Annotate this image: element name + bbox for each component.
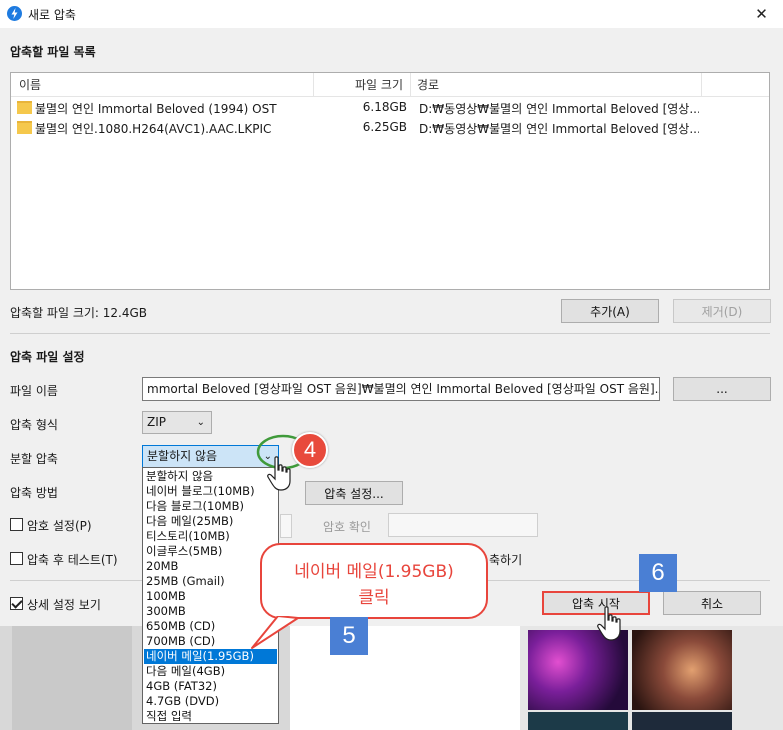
background-thumbnails	[520, 626, 783, 730]
dropdown-option[interactable]: 4.7GB (DVD)	[144, 694, 277, 709]
dropdown-option[interactable]: 25MB (Gmail)	[144, 574, 277, 589]
filename-label: 파일 이름	[10, 384, 58, 398]
folder-icon	[17, 121, 32, 134]
dropdown-option[interactable]: 이글루스(5MB)	[144, 544, 277, 559]
chevron-down-icon: ⌄	[196, 417, 205, 428]
dropdown-option[interactable]: 다음 블로그(10MB)	[144, 499, 277, 514]
thumbnail-bokeh-3	[528, 712, 628, 730]
dropdown-option[interactable]: 20MB	[144, 559, 277, 574]
settings-section-title: 압축 파일 설정	[10, 350, 85, 364]
file-name: 불멸의 연인.1080.H264(AVC1).AAC.LKPIC	[35, 122, 272, 136]
add-button[interactable]: 추가(A)	[561, 299, 659, 323]
password-label: 암호 설정(P)	[27, 519, 92, 533]
test-after-checkbox[interactable]	[10, 552, 23, 565]
title-bar: 새로 압축 ✕	[0, 0, 783, 28]
dropdown-option[interactable]: 다음 메일(4GB)	[144, 664, 277, 679]
callout-text-line1: 네이버 메일(1.95GB)	[294, 562, 454, 582]
file-size: 6.25GB	[362, 120, 407, 134]
file-path: D:₩동영상₩불멸의 연인 Immortal Beloved [영상...	[419, 122, 699, 136]
password-checkbox[interactable]	[10, 518, 23, 531]
app-logo-icon	[7, 6, 22, 21]
password-input[interactable]	[280, 514, 292, 538]
method-settings-button[interactable]: 압축 설정...	[305, 481, 403, 505]
pointer-hand-icon	[597, 606, 621, 641]
file-list-section-title: 압축할 파일 목록	[10, 45, 96, 59]
callout-text-line2: 클릭	[358, 588, 390, 608]
new-compress-dialog: 새로 압축 ✕ 압축할 파일 목록 이름 파일 크기 경로 불멸의 연인 Imm…	[0, 0, 783, 626]
close-button[interactable]: ✕	[740, 0, 783, 28]
window-title: 새로 압축	[28, 8, 76, 22]
total-size-label: 압축할 파일 크기: 12.4GB	[10, 306, 148, 320]
dropdown-option[interactable]: 4GB (FAT32)	[144, 679, 277, 694]
dropdown-option[interactable]: 네이버 메일(1.95GB)	[144, 649, 277, 664]
format-value: ZIP	[147, 415, 166, 429]
dropdown-option[interactable]: 직접 입력	[144, 709, 277, 724]
test-after-label: 압축 후 테스트(T)	[27, 553, 118, 567]
column-header-path[interactable]: 경로	[411, 73, 701, 97]
file-list-header: 이름 파일 크기 경로	[11, 73, 769, 97]
step-5-marker: 5	[330, 617, 368, 655]
file-name: 불멸의 연인 Immortal Beloved (1994) OST	[35, 102, 277, 116]
format-label: 압축 형식	[10, 418, 58, 432]
remove-button[interactable]: 제거(D)	[673, 299, 771, 323]
file-list[interactable]: 이름 파일 크기 경로 불멸의 연인 Immortal Beloved (199…	[10, 72, 770, 290]
file-size: 6.18GB	[362, 100, 407, 114]
file-path: D:₩동영상₩불멸의 연인 Immortal Beloved [영상...	[419, 102, 699, 116]
thumbnail-bokeh-4	[632, 712, 732, 730]
split-label: 분할 압축	[10, 452, 58, 466]
thumbnail-bokeh-1	[528, 630, 628, 710]
detail-settings-label: 상세 설정 보기	[27, 598, 101, 612]
dropdown-option[interactable]: 100MB	[144, 589, 277, 604]
folder-icon	[17, 101, 32, 114]
divider	[10, 333, 770, 334]
background-panel	[12, 626, 132, 730]
column-header-size[interactable]: 파일 크기	[313, 73, 409, 97]
split-value: 분할하지 않음	[147, 449, 218, 463]
callout-tail	[251, 612, 299, 649]
table-row[interactable]: 불멸의 연인 Immortal Beloved (1994) OST 6.18G…	[11, 98, 769, 118]
dropdown-option[interactable]: 티스토리(10MB)	[144, 529, 277, 544]
table-row[interactable]: 불멸의 연인.1080.H264(AVC1).AAC.LKPIC 6.25GB …	[11, 118, 769, 138]
step-4-marker: 4	[292, 432, 328, 468]
detail-settings-checkbox[interactable]	[10, 597, 23, 610]
browse-button[interactable]: ...	[673, 377, 771, 401]
column-header-name[interactable]: 이름	[13, 73, 313, 97]
step-6-marker: 6	[639, 554, 677, 592]
split-options-dropdown[interactable]: 분할하지 않음 네이버 블로그(10MB) 다음 블로그(10MB) 다음 메일(25…	[142, 467, 279, 724]
dropdown-option[interactable]: 다음 메일(25MB)	[144, 514, 277, 529]
password-confirm-input[interactable]	[388, 513, 538, 537]
cancel-button[interactable]: 취소	[663, 591, 761, 615]
password-confirm-label: 암호 확인	[323, 520, 371, 534]
dropdown-option[interactable]: 네이버 블로그(10MB)	[144, 484, 277, 499]
column-divider[interactable]	[701, 73, 702, 97]
callout-bubble: 네이버 메일(1.95GB) 클릭	[260, 543, 488, 619]
pointer-hand-icon	[267, 456, 291, 491]
filename-input[interactable]: mmortal Beloved [영상파일 OST 음원]₩불멸의 연인 Imm…	[142, 377, 660, 401]
method-label: 압축 방법	[10, 486, 58, 500]
thumbnail-bokeh-2	[632, 630, 732, 710]
partial-option-label: 축하기	[489, 553, 523, 567]
format-select[interactable]: ZIP ⌄	[142, 411, 212, 434]
